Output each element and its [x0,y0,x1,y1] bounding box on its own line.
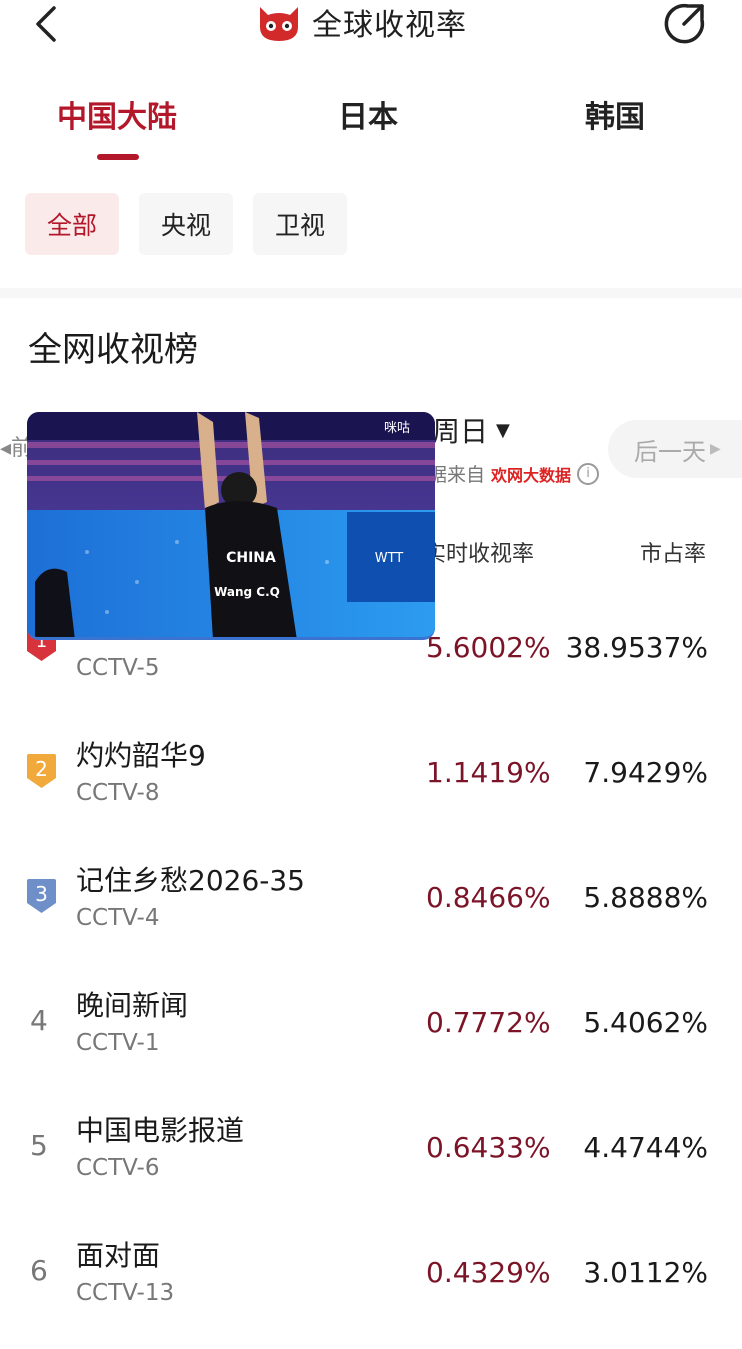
chip-all[interactable]: 全部 [25,193,120,255]
program-channel: CCTV-4 [76,905,160,931]
program-share: 3.0112% [583,1256,708,1289]
date-label: 周日 [432,415,489,448]
table-row[interactable]: 3 记住乡愁2026-35 CCTV-4 0.8466% 5.8888% [0,845,742,970]
program-share: 4.4744% [583,1131,708,1164]
program-rating: 0.8466% [426,881,551,914]
info-icon[interactable]: i [577,462,600,485]
filter-chips: 全部 央视 卫视 [25,193,348,255]
active-tab-indicator [97,154,139,160]
cat-logo-icon [260,7,298,41]
date-selector[interactable]: 周日 ▼ [432,410,510,450]
source-brand: 欢网大数据 [491,465,572,485]
program-rating: 1.1419% [426,756,551,789]
program-name: 晚间新闻 [76,989,189,1022]
source-prefix: 据来自 [428,464,486,486]
program-channel: CCTV-6 [76,1155,160,1181]
program-rating: 0.4329% [426,1256,551,1289]
rank-badge-gold-icon: 2 [27,754,56,788]
program-rating: 0.7772% [426,1006,551,1039]
rank-number: 3 [35,882,48,906]
share-icon[interactable] [660,0,708,44]
program-rating: 0.6433% [426,1131,551,1164]
svg-text:WTT: WTT [375,551,404,566]
table-row[interactable]: 5 中国电影报道 CCTV-6 0.6433% 4.4744% [0,1095,742,1220]
page-title: 全球收视率 [312,8,467,43]
section-title: 全网收视榜 [28,330,198,370]
rank-number: 2 [35,757,48,781]
column-header-rating: 实时收视率 [424,542,535,567]
program-rating: 5.6002% [426,631,551,664]
program-name: 中国电影报道 [76,1114,245,1147]
title-group: 全球收视率 [256,0,467,44]
chip-satellite[interactable]: 卫视 [253,193,348,255]
program-channel: CCTV-1 [76,1030,160,1056]
video-overlay[interactable]: WTT CHINA Wang C.Q 咪咕 [27,412,435,640]
tab-japan[interactable]: 日本 [338,92,398,136]
video-frame: WTT CHINA Wang C.Q 咪咕 [27,412,435,637]
program-name: 记住乡愁2026-35 [76,864,305,897]
column-header-share: 市占率 [640,542,707,567]
program-share: 38.9537% [565,631,708,664]
program-channel: CCTV-8 [76,780,160,806]
rank-badge-silver-icon: 3 [27,879,56,913]
jersey-text: CHINA [226,550,276,566]
region-tabs: 中国大陆 日本 韩国 [0,92,742,164]
video-channel-logo: 咪咕 [384,420,410,436]
program-name: 面对面 [76,1239,161,1272]
caret-right-icon: ▶ [710,441,721,457]
data-source: 据来自 欢网大数据 i [428,460,600,487]
section-divider [0,288,742,298]
chip-cctv[interactable]: 央视 [139,193,234,255]
tab-korea[interactable]: 韩国 [585,92,645,136]
player-name: Wang C.Q [214,585,280,599]
program-share: 5.8888% [583,881,708,914]
caret-down-icon: ▼ [496,419,510,441]
table-row[interactable]: 6 面对面 CCTV-13 0.4329% 3.0112% [0,1220,742,1345]
top-bar: 全球收视率 [0,0,742,70]
program-name: 灼灼韶华9 [76,739,206,772]
tab-mainland-china[interactable]: 中国大陆 [57,92,177,136]
rank-number: 5 [30,1129,48,1162]
table-row[interactable]: 2 灼灼韶华9 CCTV-8 1.1419% 7.9429% [0,720,742,845]
next-day-button[interactable]: 后一天 ▶ [608,420,742,478]
table-row[interactable]: 4 晚间新闻 CCTV-1 0.7772% 5.4062% [0,970,742,1095]
program-channel: CCTV-5 [76,655,160,681]
program-share: 5.4062% [583,1006,708,1039]
rank-number: 6 [30,1254,48,1287]
chevron-left-icon[interactable] [28,2,68,46]
program-share: 7.9429% [583,756,708,789]
next-day-label: 后一天 [634,437,706,466]
program-channel: CCTV-13 [76,1280,175,1306]
rank-number: 4 [30,1004,48,1037]
